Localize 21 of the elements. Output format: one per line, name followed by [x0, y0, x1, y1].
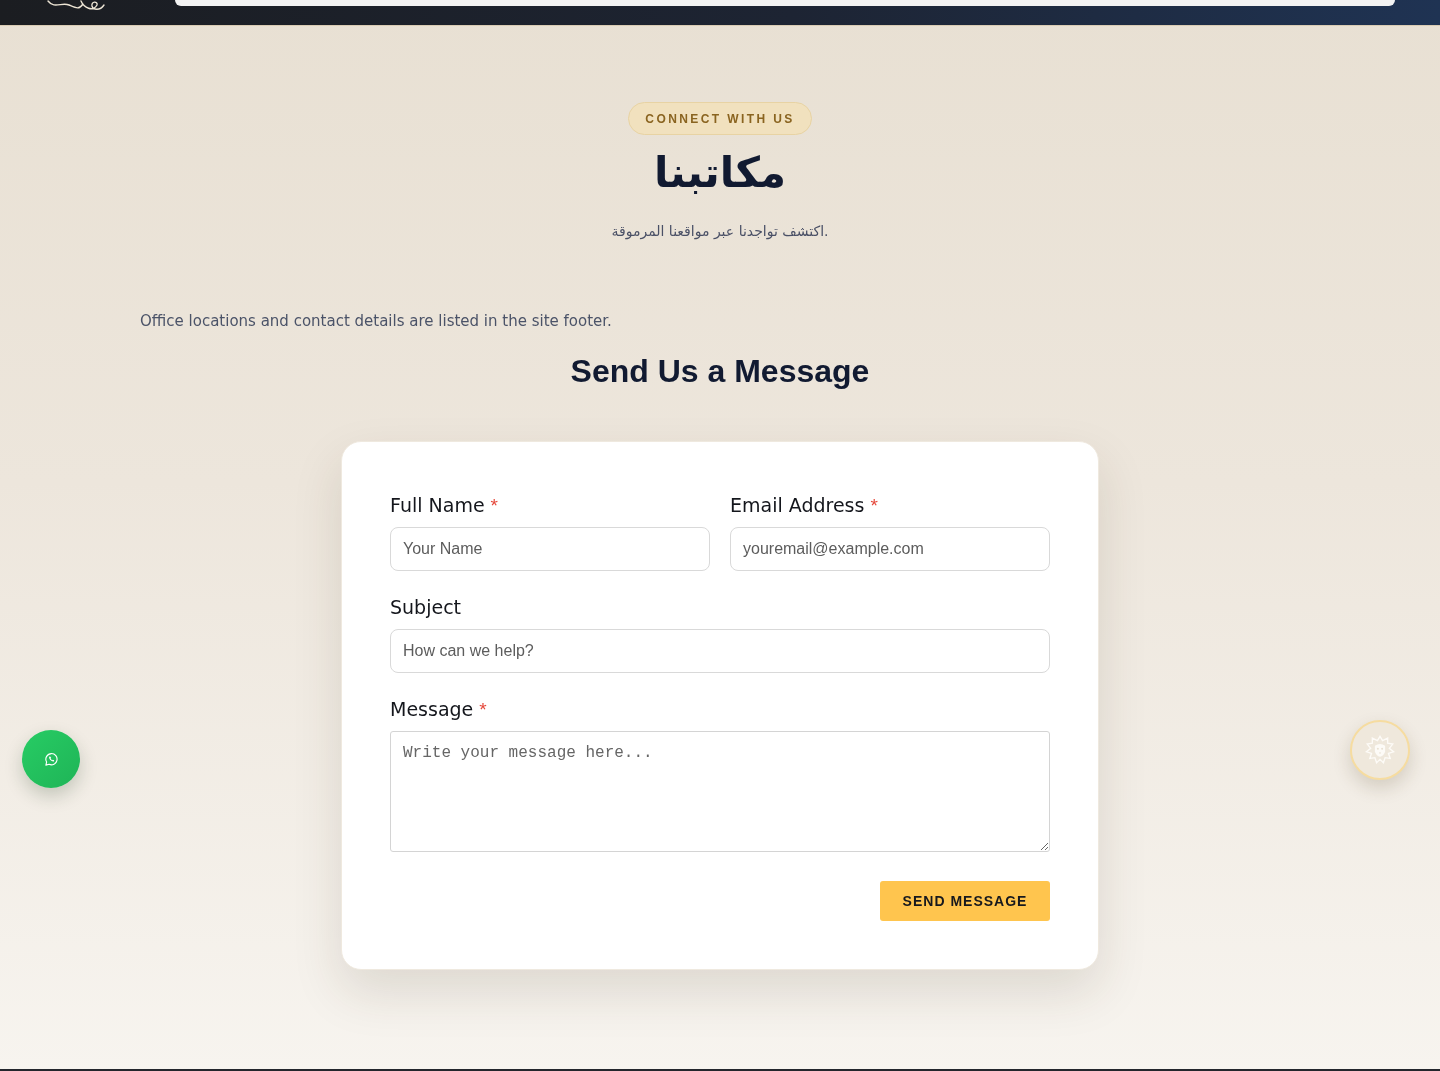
required-mark: * — [479, 698, 487, 722]
message-field[interactable]: Write your message here... — [390, 731, 1050, 852]
chat-button[interactable] — [22, 730, 80, 788]
page-title: مكاتبنا — [654, 147, 786, 199]
page-subtitle: اكتشف تواجدنا عبر مواقعنا المرموقة. — [611, 222, 829, 242]
chat-phone-icon — [43, 751, 59, 767]
field-label: Full Name — [390, 493, 485, 518]
field-label: Email Address — [730, 493, 865, 518]
input-field[interactable]: youremail@example.com — [730, 527, 1050, 571]
form-heading: Send Us a Message — [570, 352, 870, 391]
lion-head-icon — [1363, 733, 1397, 767]
required-mark: * — [490, 494, 498, 518]
send-button[interactable]: SEND MESSAGE — [880, 881, 1050, 921]
input-field[interactable]: How can we help? — [390, 629, 1050, 673]
required-mark: * — [870, 494, 878, 518]
footer-note: Office locations and contact details are listed in the site footer. — [140, 311, 612, 332]
input-field[interactable]: Your Name — [390, 527, 710, 571]
section-badge: CONNECT WITH US — [628, 102, 812, 135]
field-label: Subject — [390, 595, 462, 620]
emblem-button[interactable] — [1350, 720, 1410, 780]
field-label: Message — [390, 697, 474, 722]
